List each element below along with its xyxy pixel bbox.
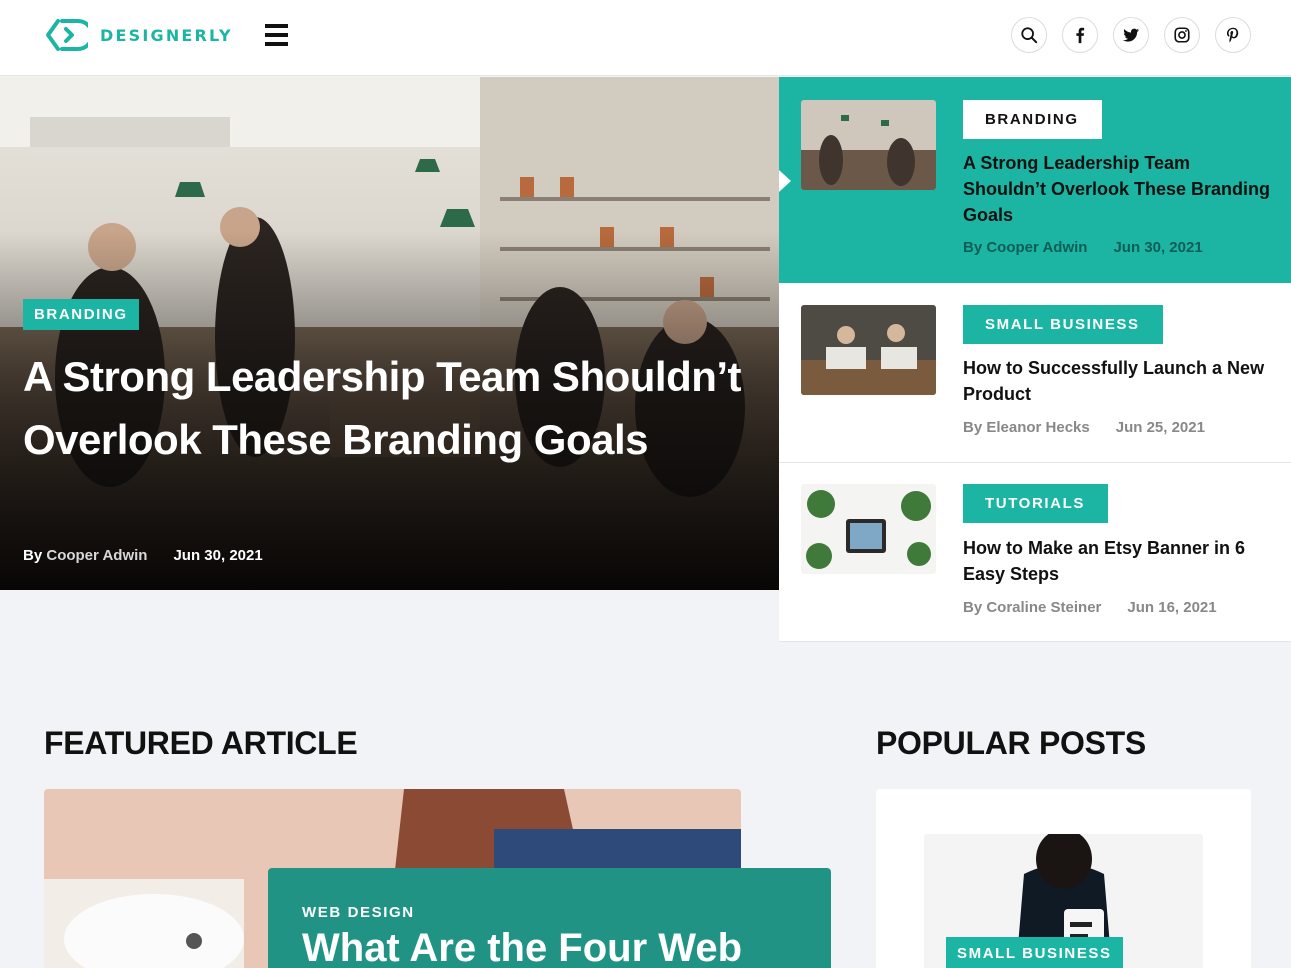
- featured-title[interactable]: What Are the Four Web: [302, 926, 742, 968]
- post-author[interactable]: By Coraline Steiner: [963, 599, 1101, 616]
- post-meta: By Coraline Steiner Jun 16, 2021: [963, 599, 1217, 616]
- post-title[interactable]: How to Successfully Launch a New Product: [963, 355, 1273, 407]
- hero-byline: By Cooper Adwin: [23, 547, 148, 564]
- post-category-tag[interactable]: BRANDING: [963, 100, 1102, 139]
- post-category-tag[interactable]: TUTORIALS: [963, 484, 1108, 523]
- popular-post-tag[interactable]: SMALL BUSINESS: [946, 937, 1123, 968]
- popular-heading: POPULAR POSTS: [876, 725, 1146, 761]
- featured-heading: FEATURED ARTICLE: [44, 725, 358, 761]
- hero-article[interactable]: BRANDING A Strong Leadership Team Should…: [0, 77, 779, 590]
- logo-icon: [46, 19, 88, 51]
- post-thumbnail[interactable]: [801, 484, 936, 574]
- pinterest-icon[interactable]: [1215, 17, 1251, 53]
- hero-date: Jun 30, 2021: [173, 547, 263, 564]
- side-post[interactable]: TUTORIALS How to Make an Etsy Banner in …: [779, 463, 1291, 642]
- post-date: Jun 16, 2021: [1127, 599, 1217, 616]
- post-meta: By Eleanor Hecks Jun 25, 2021: [963, 419, 1205, 436]
- post-title[interactable]: How to Make an Etsy Banner in 6 Easy Ste…: [963, 535, 1273, 587]
- post-author[interactable]: By Eleanor Hecks: [963, 419, 1090, 436]
- site-logo[interactable]: DESIGNERLY: [44, 17, 233, 53]
- social-links: [1011, 17, 1251, 53]
- post-meta: By Cooper Adwin Jun 30, 2021: [963, 239, 1203, 256]
- popular-post-card[interactable]: SMALL BUSINESS: [876, 789, 1251, 968]
- side-post[interactable]: SMALL BUSINESS How to Successfully Launc…: [779, 283, 1291, 463]
- hero-title[interactable]: A Strong Leadership Team Shouldn’t Overl…: [23, 345, 763, 471]
- post-title[interactable]: A Strong Leadership Team Shouldn’t Overl…: [963, 150, 1273, 228]
- search-icon[interactable]: [1011, 17, 1047, 53]
- post-date: Jun 25, 2021: [1115, 419, 1205, 436]
- post-author[interactable]: By Cooper Adwin: [963, 239, 1087, 256]
- post-date: Jun 30, 2021: [1113, 239, 1203, 256]
- post-category-tag[interactable]: SMALL BUSINESS: [963, 305, 1163, 344]
- logo-text: DESIGNERLY: [100, 25, 233, 45]
- hero-meta: By Cooper Adwin Jun 30, 2021: [23, 547, 263, 564]
- site-header: DESIGNERLY: [0, 0, 1291, 76]
- side-post-list: BRANDING A Strong Leadership Team Should…: [779, 77, 1291, 642]
- hero-category-tag[interactable]: BRANDING: [23, 299, 139, 330]
- side-post[interactable]: BRANDING A Strong Leadership Team Should…: [779, 77, 1291, 283]
- featured-category[interactable]: WEB DESIGN: [302, 904, 415, 921]
- facebook-icon[interactable]: [1062, 17, 1098, 53]
- twitter-icon[interactable]: [1113, 17, 1149, 53]
- instagram-icon[interactable]: [1164, 17, 1200, 53]
- post-thumbnail[interactable]: [801, 305, 936, 395]
- hero-author[interactable]: Cooper Adwin: [46, 547, 147, 564]
- featured-card[interactable]: WEB DESIGN What Are the Four Web: [268, 868, 831, 968]
- post-thumbnail[interactable]: [801, 100, 936, 190]
- menu-icon[interactable]: [265, 24, 288, 46]
